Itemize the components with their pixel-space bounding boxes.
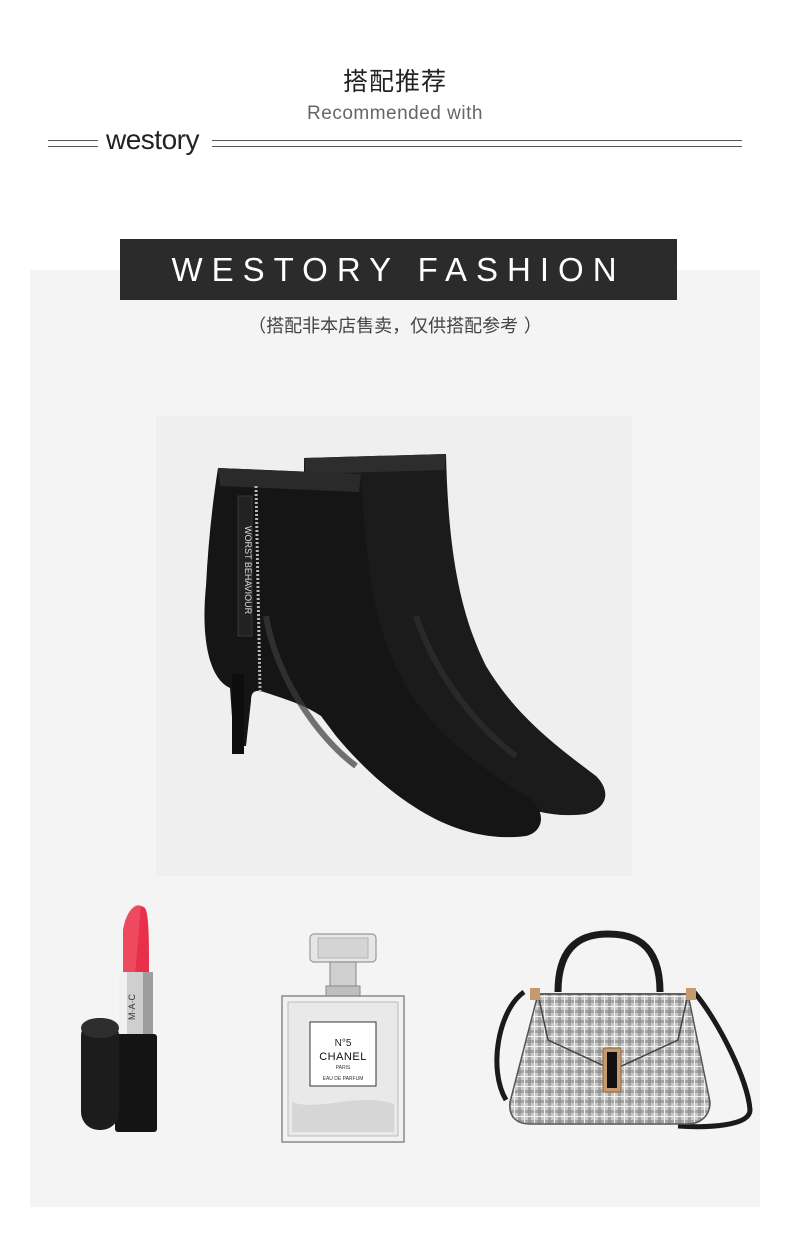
ankle-boots-illustration: WORST BEHAVIOUR: [204, 454, 606, 838]
divider-right: [212, 140, 742, 147]
perfume-number: N°5: [335, 1038, 352, 1049]
perfume-city: PARIS: [336, 1065, 351, 1071]
lipstick-brand-text: M·A·C: [127, 994, 137, 1020]
brand-logo: westory: [106, 124, 199, 156]
lipstick-image: M·A·C: [81, 904, 157, 1132]
brand-logo-text: westory: [106, 124, 199, 155]
perfume-brand: CHANEL: [319, 1051, 367, 1063]
disclaimer-note: （搭配非本店售卖，仅供搭配参考 ）: [248, 316, 542, 337]
zip-tag-text: WORST BEHAVIOUR: [243, 526, 253, 615]
section-subtitle: Recommended with: [307, 103, 483, 124]
perfume-type: EAU DE PARFUM: [323, 1076, 364, 1082]
section-title: 搭配推荐: [342, 67, 447, 96]
fashion-banner: WESTORY FASHION: [120, 239, 677, 300]
perfume-image: N°5 CHANEL PARIS EAU DE PARFUM: [281, 933, 405, 1143]
boots-image: WORST BEHAVIOUR: [156, 416, 632, 876]
divider-left: [48, 140, 98, 147]
handbag-image: [494, 930, 753, 1130]
